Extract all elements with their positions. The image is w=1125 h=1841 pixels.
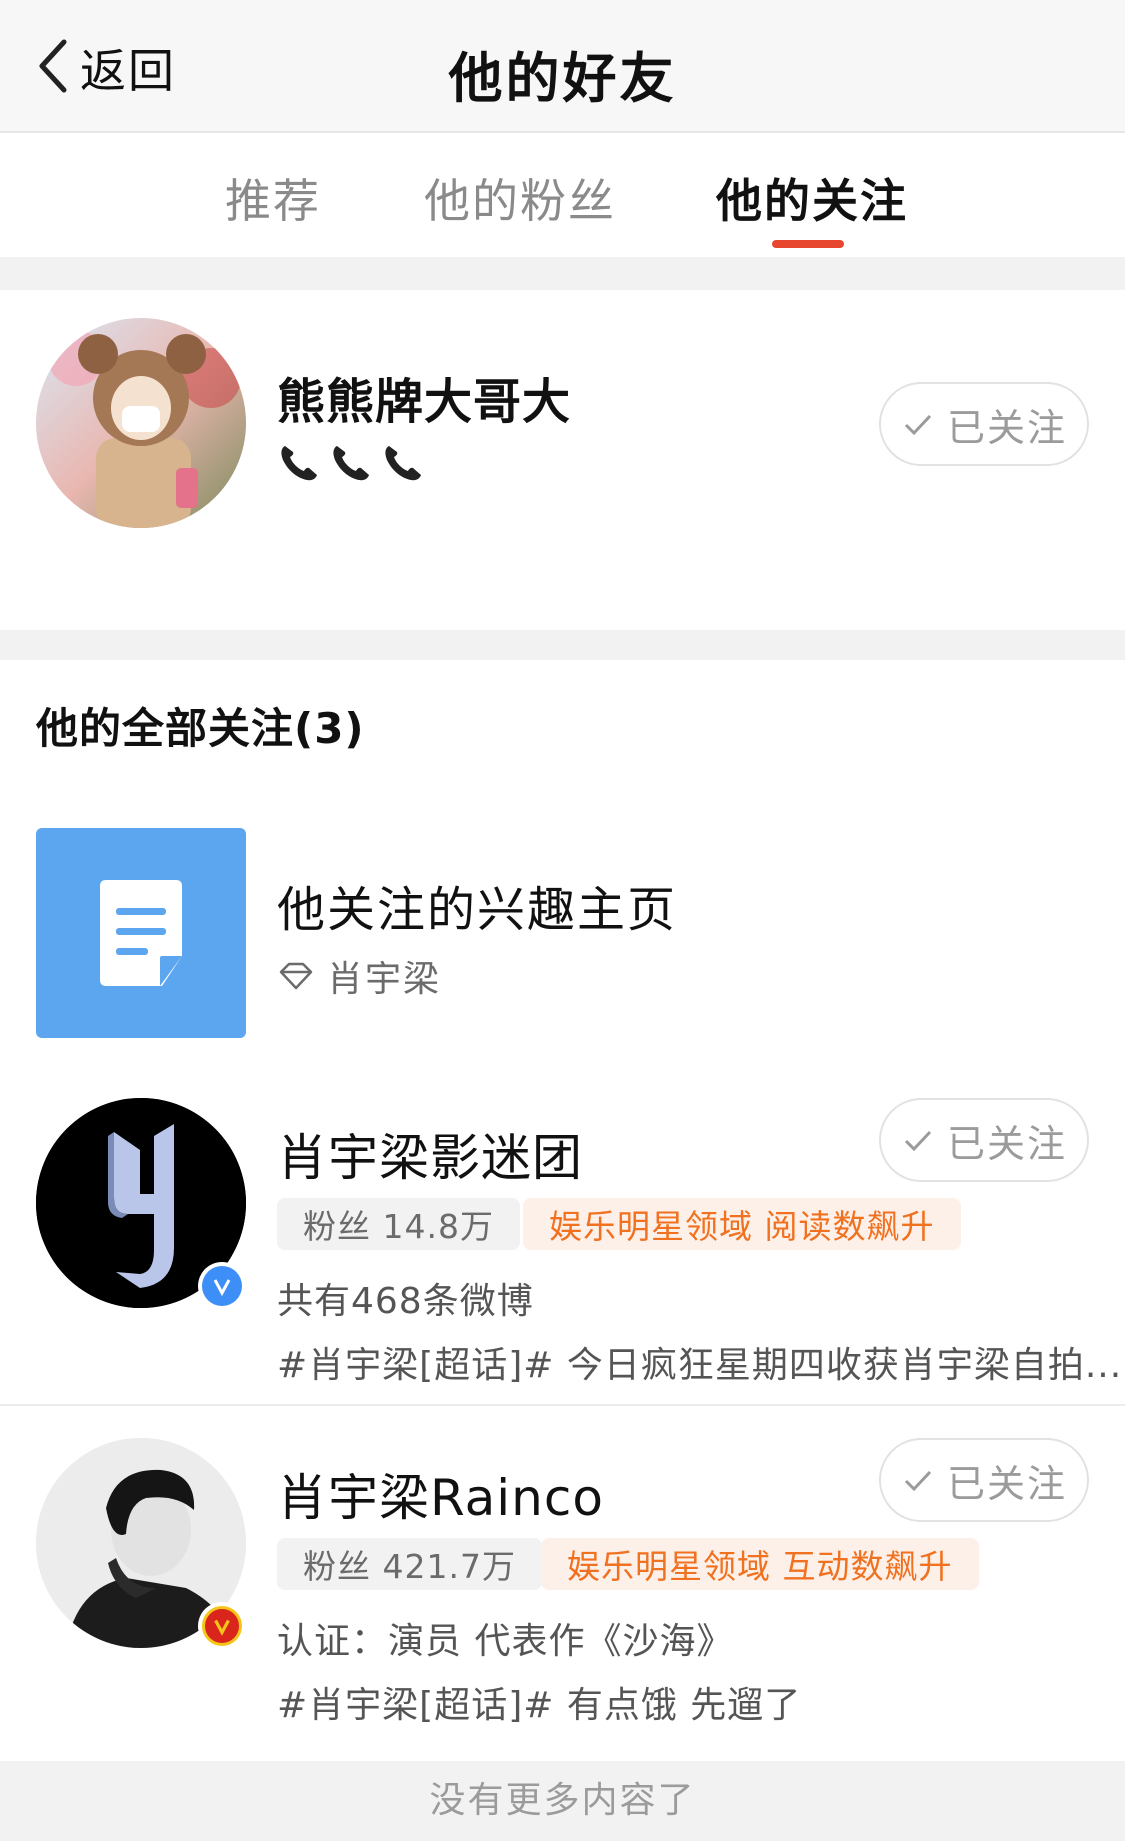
interest-page-subject: 肖宇梁	[327, 959, 442, 1000]
followed-label: 已关注	[946, 1461, 1067, 1506]
interest-page-subtitle: 肖宇梁	[277, 950, 441, 1002]
no-more-content-label: 没有更多内容了	[429, 1780, 696, 1821]
nav-bar: 返回 他的好友	[0, 0, 1125, 133]
diamond-icon	[277, 961, 327, 991]
fans-count-chip: 粉丝 421.7万	[277, 1538, 542, 1590]
verified-badge	[198, 1602, 246, 1650]
followed-label: 已关注	[946, 1121, 1067, 1166]
check-icon	[901, 407, 947, 441]
user-name[interactable]: 肖宇梁Rainco	[277, 1458, 604, 1530]
section-separator	[0, 630, 1125, 660]
section-separator	[0, 257, 1125, 290]
phone-emoji-group	[277, 440, 425, 488]
all-following-title: 他的全部关注(3)	[36, 704, 365, 753]
user-latest-post: #肖宇梁[超话]# 有点饿 先遛了	[277, 1685, 802, 1726]
featured-user-name[interactable]: 熊熊牌大哥大	[277, 362, 571, 432]
verified-badge	[198, 1262, 246, 1310]
user-name[interactable]: 肖宇梁影迷团	[277, 1118, 583, 1190]
fans-count-chip: 粉丝 14.8万	[277, 1198, 520, 1250]
verified-v-icon	[202, 1606, 242, 1646]
check-icon	[901, 1463, 947, 1497]
end-of-list-footer: 没有更多内容了	[0, 1761, 1125, 1841]
featured-user-card[interactable]: 熊熊牌大哥大 已关注	[0, 290, 1125, 630]
user-verification: 认证：演员 代表作《沙海》	[277, 1621, 734, 1662]
active-tab-indicator	[772, 240, 844, 248]
tab-bar: 推荐 他的粉丝 他的关注	[0, 135, 1125, 257]
interest-page-icon[interactable]	[36, 828, 246, 1038]
row-divider	[0, 1404, 1125, 1406]
user-latest-post: #肖宇梁[超话]# 今日疯狂星期四收获肖宇梁自拍...	[277, 1345, 1123, 1386]
followed-button[interactable]: 已关注	[879, 1098, 1089, 1182]
verified-v-icon	[202, 1266, 242, 1306]
followed-button[interactable]: 已关注	[879, 382, 1089, 466]
page-title: 他的好友	[448, 47, 677, 110]
telephone-receiver-icon	[277, 440, 321, 488]
interest-page-title[interactable]: 他关注的兴趣主页	[277, 870, 677, 940]
followed-label: 已关注	[946, 405, 1067, 450]
tab-recommend[interactable]: 推荐	[225, 165, 321, 231]
tab-his-following[interactable]: 他的关注	[716, 165, 908, 231]
check-icon	[901, 1123, 947, 1157]
avatar[interactable]	[36, 318, 246, 528]
tab-his-fans[interactable]: 他的粉丝	[424, 165, 616, 231]
telephone-receiver-icon	[381, 440, 425, 488]
trend-tag-chip[interactable]: 娱乐明星领域 互动数飙升	[541, 1538, 979, 1590]
followed-button[interactable]: 已关注	[879, 1438, 1089, 1522]
telephone-receiver-icon	[329, 440, 373, 488]
user-post-count: 共有468条微博	[277, 1281, 534, 1322]
trend-tag-chip[interactable]: 娱乐明星领域 阅读数飙升	[523, 1198, 961, 1250]
